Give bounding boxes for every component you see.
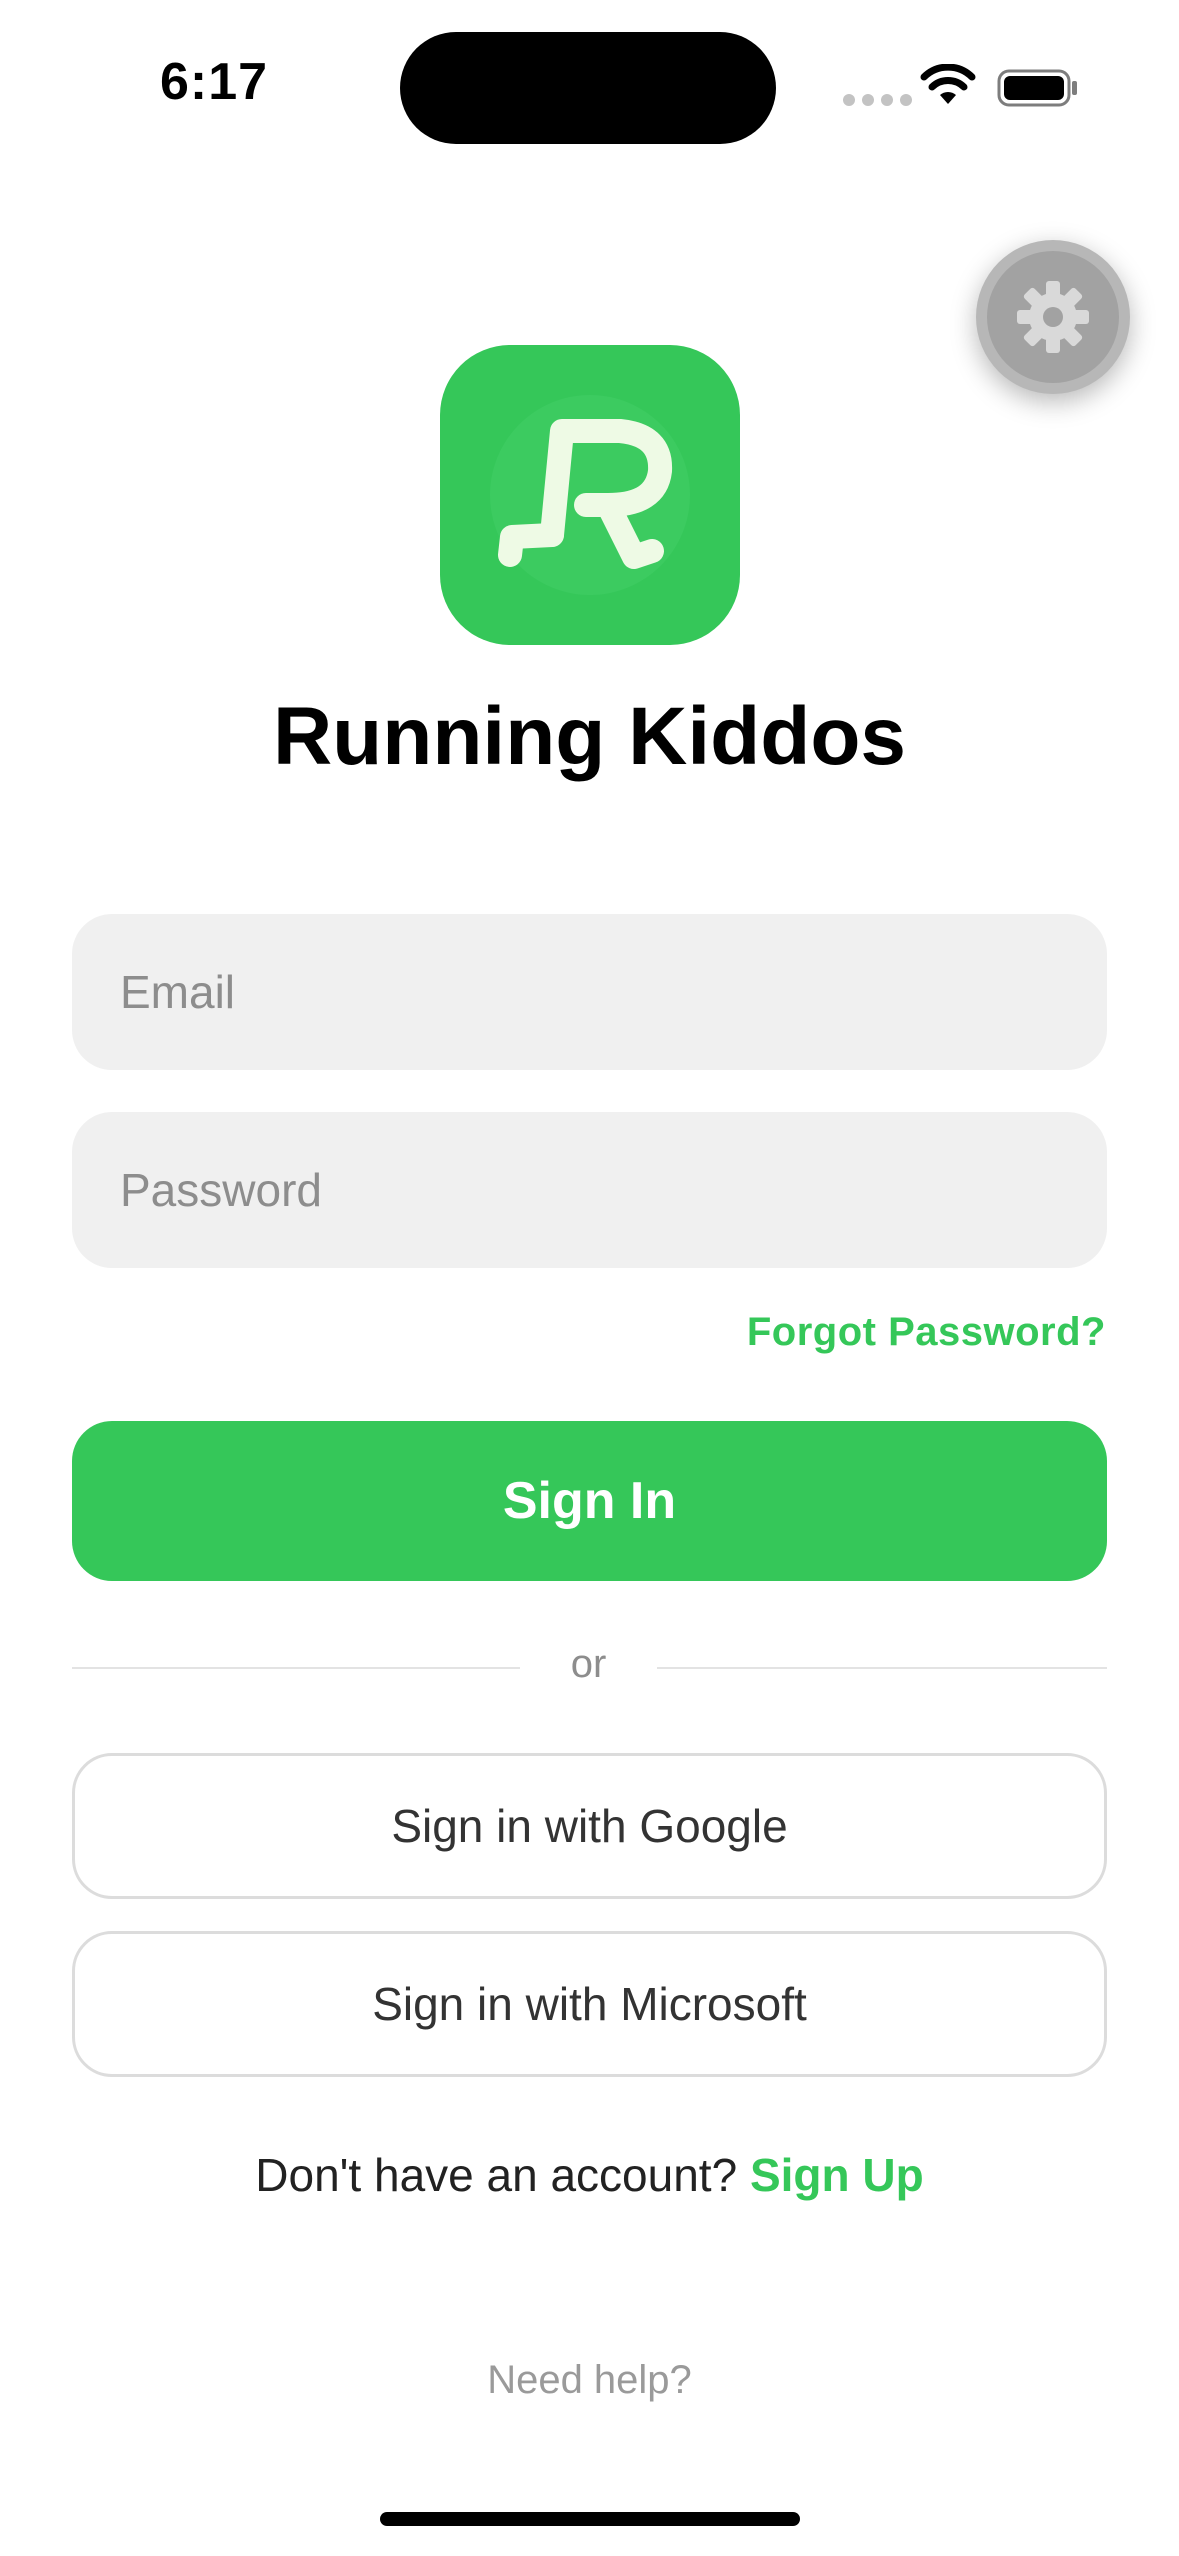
no-account-text: Don't have an account?: [255, 2149, 750, 2201]
home-indicator[interactable]: [380, 2512, 800, 2526]
login-screen: 6:17 Running Kiddos Email Forgot Passwor…: [0, 0, 1179, 2556]
divider-line-right: [657, 1667, 1107, 1669]
running-r-logo-icon: [490, 395, 690, 595]
password-field[interactable]: [72, 1112, 1107, 1268]
wifi-icon: [920, 64, 976, 104]
settings-button[interactable]: [976, 240, 1130, 394]
battery-icon: [997, 69, 1077, 107]
gear-icon: [1017, 281, 1089, 353]
need-help-link[interactable]: Need help?: [0, 2358, 1179, 2403]
signup-prompt: Don't have an account? Sign Up: [0, 2148, 1179, 2202]
app-logo: [440, 345, 740, 645]
forgot-password-link[interactable]: Forgot Password?: [747, 1310, 1106, 1355]
sign-up-link[interactable]: Sign Up: [750, 2149, 924, 2201]
app-title: Running Kiddos: [272, 691, 907, 782]
sign-in-button[interactable]: Sign In: [72, 1421, 1107, 1581]
divider-label: or: [570, 1642, 607, 1686]
google-sign-in-button[interactable]: Sign in with Google: [72, 1753, 1107, 1899]
dynamic-island: [400, 32, 776, 144]
cellular-signal-icon: [843, 94, 912, 106]
microsoft-sign-in-button[interactable]: Sign in with Microsoft: [72, 1931, 1107, 2077]
password-input[interactable]: [72, 1112, 1107, 1268]
status-time: 6:17: [160, 53, 269, 111]
email-field[interactable]: [72, 914, 1107, 1070]
divider-line-left: [72, 1667, 520, 1669]
email-input[interactable]: [72, 914, 1107, 1070]
